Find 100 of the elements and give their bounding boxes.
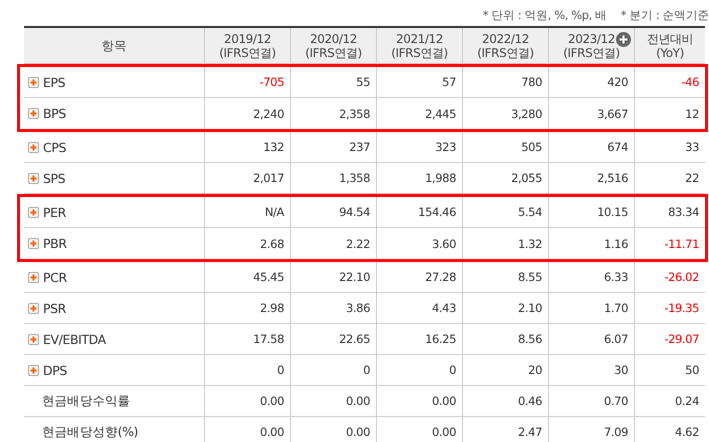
- column-subheader: (YoY): [656, 46, 684, 60]
- table-cell: -705: [204, 67, 290, 97]
- table-cell: 0: [290, 355, 376, 385]
- table-cell: 237: [290, 132, 376, 162]
- column-header: 2022/12: [482, 32, 530, 46]
- table-cell: 1.32: [462, 228, 548, 259]
- table-cell: 0: [376, 355, 462, 385]
- table-cell: 2.22: [290, 228, 376, 259]
- table-cell: 4.43: [376, 293, 462, 323]
- table-cell: 1,988: [376, 163, 462, 193]
- column-header: 2020/12: [310, 32, 358, 46]
- table-cell: 55: [290, 67, 376, 97]
- table-cell: 45.45: [204, 262, 290, 292]
- table-cell: 0.00: [376, 386, 462, 416]
- expand-icon[interactable]: [28, 334, 39, 344]
- table-cell: 323: [376, 132, 462, 162]
- table-cell: 17.58: [204, 324, 290, 354]
- row-label: 현금배당수익률: [42, 392, 130, 410]
- table-cell: 16.25: [376, 324, 462, 354]
- unit-note: * 분기 : 순액기준: [620, 8, 709, 22]
- table-cell: 27.28: [376, 262, 462, 292]
- expand-icon[interactable]: [28, 76, 39, 88]
- row-label: SPS: [43, 170, 66, 186]
- table-cell: -11.71: [634, 228, 705, 259]
- column-subheader: (IFRS연결): [391, 46, 448, 60]
- table-cell: 2.10: [462, 293, 548, 323]
- table-cell: 50: [634, 355, 705, 385]
- add-column-icon[interactable]: [616, 32, 631, 47]
- column-subheader: (IFRS연결): [563, 46, 620, 60]
- column-header: 2023/12: [568, 32, 616, 46]
- table-cell: 1,358: [290, 163, 376, 193]
- table-cell: -46: [634, 67, 705, 97]
- table-cell: 3.86: [290, 293, 376, 323]
- table-cell: 674: [548, 132, 634, 162]
- table-cell: 0.00: [204, 386, 290, 416]
- table-cell: 2,445: [376, 98, 462, 129]
- table-cell: 4.62: [634, 417, 705, 442]
- row-label: 현금배당성향(%): [42, 424, 138, 440]
- row-label: BPS: [43, 106, 66, 121]
- table-cell: 30: [548, 355, 634, 385]
- table-cell: 2,358: [290, 98, 376, 129]
- table-cell: 8.56: [462, 324, 548, 354]
- table-cell: 6.07: [548, 324, 634, 354]
- table-cell: 3,667: [548, 98, 634, 129]
- table-cell: 2.68: [204, 228, 290, 259]
- table-cell: 22: [634, 163, 705, 193]
- row-label: EPS: [43, 74, 66, 90]
- table-cell: 22.65: [290, 324, 376, 354]
- table-cell: 0.00: [290, 386, 376, 416]
- row-label: CPS: [43, 140, 66, 154]
- expand-icon[interactable]: [28, 206, 39, 218]
- table-cell: 3.60: [376, 228, 462, 259]
- table-cell: 7.09: [548, 417, 634, 442]
- table-cell: 0.70: [548, 386, 634, 416]
- unit-note: * 단위 : 억원, %, %p, 배: [482, 8, 607, 22]
- table-cell: 2,240: [204, 98, 290, 129]
- column-header: 항목: [101, 38, 127, 52]
- row-label: PER: [43, 204, 66, 220]
- table-cell: 780: [462, 67, 548, 97]
- expand-icon[interactable]: [28, 302, 39, 314]
- column-header: 2019/12: [224, 32, 272, 46]
- table-cell: 3,280: [462, 98, 548, 129]
- expand-icon[interactable]: [28, 272, 39, 282]
- table-cell: 420: [548, 67, 634, 97]
- table-cell: 154.46: [376, 197, 462, 227]
- table-cell: 2,516: [548, 163, 634, 193]
- table-cell: -19.35: [634, 293, 705, 323]
- expand-icon[interactable]: [28, 238, 39, 249]
- expand-icon[interactable]: [28, 108, 39, 119]
- row-label: PBR: [43, 236, 67, 251]
- table-cell: 2,055: [462, 163, 548, 193]
- table-cell: 0: [204, 355, 290, 385]
- table-cell: -26.02: [634, 262, 705, 292]
- table-cell: 6.33: [548, 262, 634, 292]
- column-subheader: (IFRS연결): [477, 46, 534, 60]
- table-cell: 0.24: [634, 386, 705, 416]
- expand-icon[interactable]: [28, 364, 39, 376]
- table-cell: 5.54: [462, 197, 548, 227]
- table-cell: 0.00: [290, 417, 376, 442]
- row-label: DPS: [43, 362, 67, 378]
- table-cell: 2.47: [462, 417, 548, 442]
- table-cell: 33: [634, 132, 705, 162]
- table-cell: N/A: [204, 197, 290, 227]
- table-cell: 20: [462, 355, 548, 385]
- table-cell: 10.15: [548, 197, 634, 227]
- table-cell: 0.00: [376, 417, 462, 442]
- table-cell: 57: [376, 67, 462, 97]
- row-label: EV/EBITDA: [43, 332, 106, 346]
- table-cell: 22.10: [290, 262, 376, 292]
- table-cell: 8.55: [462, 262, 548, 292]
- table-cell: 1.16: [548, 228, 634, 259]
- table-cell: 0.46: [462, 386, 548, 416]
- table-cell: -29.07: [634, 324, 705, 354]
- expand-icon[interactable]: [28, 172, 39, 184]
- table-cell: 2.98: [204, 293, 290, 323]
- table-cell: 2,017: [204, 163, 290, 193]
- table-cell: 94.54: [290, 197, 376, 227]
- expand-icon[interactable]: [28, 142, 39, 152]
- table-cell: 0.00: [204, 417, 290, 442]
- row-label: PSR: [43, 300, 66, 316]
